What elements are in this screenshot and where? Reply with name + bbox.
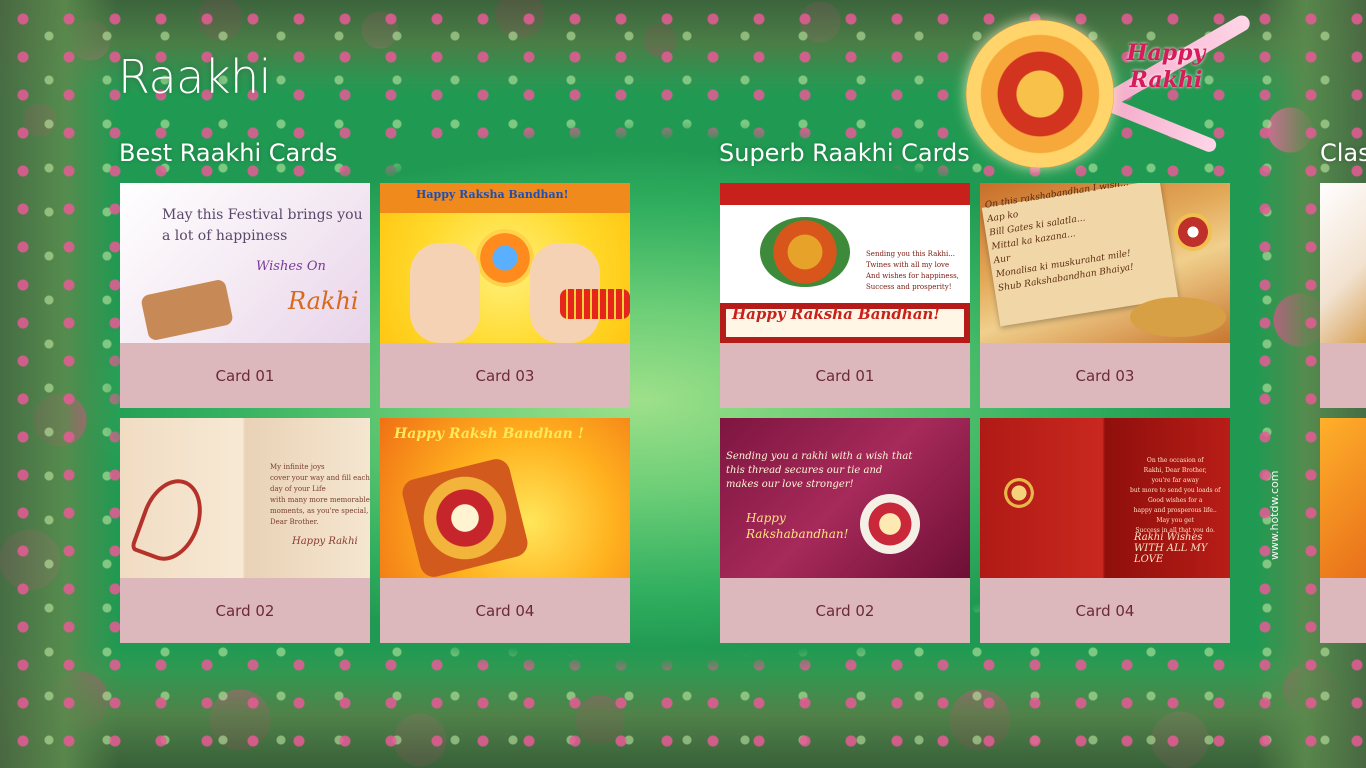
rakhi-ornament-icon: [966, 20, 1114, 168]
rakhi-icon: [760, 217, 850, 287]
sweets-plate-icon: [1130, 297, 1226, 337]
card-label: Card 04: [380, 578, 630, 643]
card-image: Sending you this Rakhi... Twines with al…: [720, 183, 970, 343]
card-label: Card 02: [720, 578, 970, 643]
card-message: Sending you a rakhi with a wish that thi…: [726, 451, 913, 490]
card-image: Sending you a rakhi with a wish that thi…: [720, 418, 970, 578]
group-title-best[interactable]: Best Raakhi Cards: [119, 139, 337, 167]
card-signature: Rakhi Wishes WITH ALL MY LOVE: [1134, 532, 1208, 565]
card-image: On this rakshabandhan I wish... Aap ko B…: [980, 183, 1230, 343]
card-tile-best-01[interactable]: May this Festival brings you a lot of ha…: [120, 183, 370, 408]
rakhi-icon: [860, 494, 920, 554]
card-signature: Happy Raksha Bandhan!: [732, 305, 940, 323]
group-title-clas[interactable]: Clas: [1320, 139, 1366, 167]
card-signature: Rakhi: [288, 287, 359, 315]
card-tile-superb-04[interactable]: On the occasion of Rakhi, Dear Brother, …: [980, 418, 1230, 643]
card-label: Card 03: [980, 343, 1230, 408]
card-label: Card 02: [120, 578, 370, 643]
watermark: www.hotdw.com: [1268, 470, 1281, 560]
card-signature: Happy Rakshabandhan!: [746, 511, 849, 541]
card-message: On the occasion of Rakhi, Dear Brother, …: [1130, 457, 1221, 534]
card-image: My infinite joys cover your way and fill…: [120, 418, 370, 578]
card-image: Happy Raksha Bandhan!: [380, 183, 630, 343]
card-image: Happy Raksh Bandhan !: [380, 418, 630, 578]
rakhi-decoration: Happy Rakhi: [960, 12, 1260, 174]
card-message: Sending you this Rakhi... Twines with al…: [866, 250, 959, 291]
rakhi-icon: [476, 229, 534, 287]
card-message: Happy Raksha Bandhan!: [416, 188, 569, 201]
hand-icon: [410, 243, 480, 343]
card-label: Card 04: [980, 578, 1230, 643]
happy-rakhi-text: Happy Rakhi: [1126, 40, 1206, 93]
page-title: Raakhi: [118, 50, 271, 104]
rakhi-thali-icon: [140, 278, 234, 342]
rakhi-icon: [399, 456, 531, 578]
card-image: On the occasion of Rakhi, Dear Brother, …: [980, 418, 1230, 578]
card-label: Card 01: [720, 343, 970, 408]
card-label: [1320, 578, 1366, 643]
card-tile-clas-02[interactable]: [1320, 418, 1366, 643]
floral-ornament-icon: [1004, 478, 1034, 508]
card-border: [720, 183, 970, 205]
card-message: Happy Raksh Bandhan !: [394, 426, 584, 442]
card-subtext: Wishes On: [256, 259, 326, 274]
card-tile-superb-01[interactable]: Sending you this Rakhi... Twines with al…: [720, 183, 970, 408]
card-label: Card 01: [120, 343, 370, 408]
card-tile-best-03[interactable]: Happy Raksha Bandhan! Card 03: [380, 183, 630, 408]
card-message: My infinite joys cover your way and fill…: [270, 463, 370, 526]
card-label: Card 03: [380, 343, 630, 408]
card-message: May this Festival brings you a lot of ha…: [162, 207, 363, 244]
card-image: [1320, 418, 1366, 578]
card-image: May this Festival brings you a lot of ha…: [120, 183, 370, 343]
card-tile-superb-03[interactable]: On this rakshabandhan I wish... Aap ko B…: [980, 183, 1230, 408]
ribbon: [1101, 96, 1219, 154]
card-signature: Happy Rakhi: [292, 536, 358, 547]
card-tile-best-02[interactable]: My infinite joys cover your way and fill…: [120, 418, 370, 643]
rakhi-icon: [1174, 213, 1212, 251]
bangles-icon: [560, 289, 630, 319]
card-tile-superb-02[interactable]: Sending you a rakhi with a wish that thi…: [720, 418, 970, 643]
card-tile-best-04[interactable]: Happy Raksh Bandhan ! Card 04: [380, 418, 630, 643]
card-image: [1320, 183, 1366, 343]
group-title-superb[interactable]: Superb Raakhi Cards: [719, 139, 970, 167]
card-label: [1320, 343, 1366, 408]
paisley-icon: [129, 470, 213, 570]
card-tile-clas-01[interactable]: [1320, 183, 1366, 408]
